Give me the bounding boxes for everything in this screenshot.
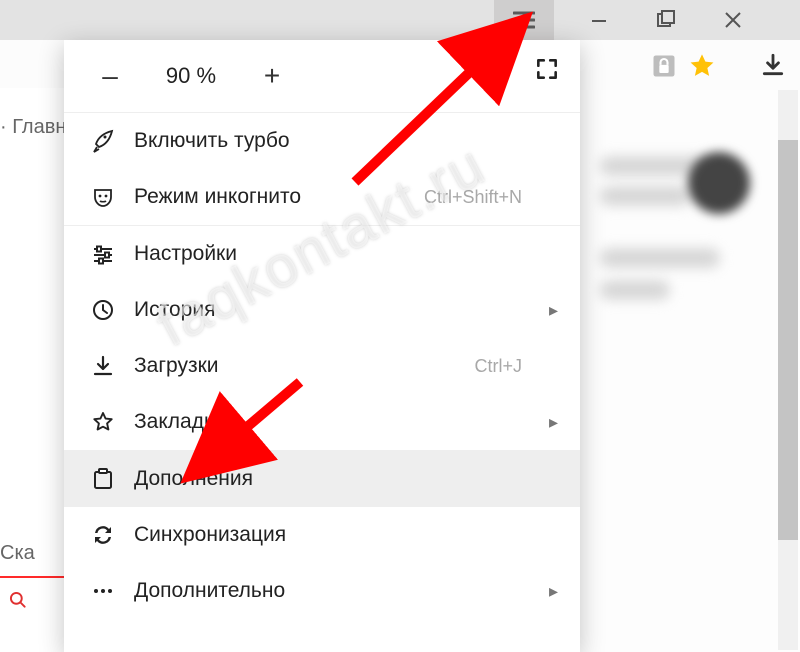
zoom-in-button[interactable]: +: [246, 56, 298, 96]
menu-label: Дополнения: [134, 467, 253, 491]
download-icon: [760, 52, 786, 78]
page-accent-line: [0, 576, 64, 578]
blurred-content: [600, 186, 690, 206]
blurred-avatar: [688, 152, 750, 214]
menu-label: Режим инкогнито: [134, 185, 301, 209]
menu-label: Загрузки: [134, 354, 219, 378]
menu-label: Закладки: [134, 410, 225, 434]
star-icon: [688, 52, 716, 80]
hamburger-icon: [513, 11, 535, 29]
zoom-out-button[interactable]: –: [84, 56, 136, 96]
window-close-button[interactable]: [700, 0, 765, 40]
menu-label: Синхронизация: [134, 523, 286, 547]
menu-label: Включить турбо: [134, 129, 290, 153]
menu-item-more[interactable]: Дополнительно ▸: [64, 563, 580, 619]
menu-item-settings[interactable]: Настройки: [64, 226, 580, 282]
blurred-content: [600, 280, 670, 300]
more-icon: [86, 579, 120, 603]
fullscreen-button[interactable]: [534, 56, 560, 82]
minimize-icon: [589, 10, 609, 30]
vertical-scrollbar-thumb[interactable]: [778, 140, 798, 540]
window-titlebar: [0, 0, 800, 40]
zoom-row: – 90 % +: [64, 40, 580, 113]
menu-item-incognito[interactable]: Режим инкогнито Ctrl+Shift+N: [64, 169, 580, 226]
mask-icon: [86, 185, 120, 209]
page-left-strip: [0, 88, 64, 652]
blurred-content: [600, 248, 720, 268]
page-text-fragment: Ска: [0, 542, 64, 565]
menu-shortcut: Ctrl+Shift+N: [424, 187, 522, 208]
downloads-button[interactable]: [760, 52, 786, 78]
window-minimize-button[interactable]: [566, 0, 631, 40]
lock-icon: [650, 52, 678, 80]
tab-title-fragment: · Главн: [0, 116, 64, 139]
menu-item-bookmarks[interactable]: Закладки ▸: [64, 394, 580, 451]
menu-item-extensions[interactable]: Дополнения: [64, 451, 580, 507]
menu-label: Дополнительно: [134, 579, 285, 603]
history-icon: [86, 298, 120, 322]
sync-icon: [86, 523, 120, 547]
window-maximize-button[interactable]: [632, 0, 697, 40]
rocket-icon: [86, 129, 120, 153]
hamburger-menu-button[interactable]: [494, 0, 554, 40]
close-icon: [723, 10, 743, 30]
menu-item-history[interactable]: История ▸: [64, 282, 580, 338]
fullscreen-icon: [534, 56, 560, 82]
zoom-value: 90 %: [136, 63, 246, 89]
menu-item-downloads[interactable]: Загрузки Ctrl+J: [64, 338, 580, 394]
menu-label: Настройки: [134, 242, 237, 266]
page-search-icon-fragment: [8, 590, 28, 610]
menu-item-turbo[interactable]: Включить турбо: [64, 113, 580, 169]
main-menu-dropdown: – 90 % + Включить турбо Режим инкогнито …: [64, 40, 580, 652]
chevron-right-icon: ▸: [549, 581, 558, 602]
menu-label: История: [134, 298, 215, 322]
star-outline-icon: [86, 410, 120, 434]
download-icon: [86, 354, 120, 378]
site-security-button[interactable]: [650, 52, 678, 80]
app-frame: » · Главн Ска – 90 % + Включить турбо: [0, 0, 800, 652]
menu-shortcut: Ctrl+J: [474, 356, 522, 377]
menu-item-sync[interactable]: Синхронизация: [64, 507, 580, 563]
search-icon: [8, 590, 28, 610]
bookmark-star-button[interactable]: [688, 52, 716, 80]
extensions-icon: [86, 467, 120, 491]
sliders-icon: [86, 242, 120, 266]
maximize-icon: [655, 10, 675, 30]
chevron-right-icon: ▸: [549, 412, 558, 433]
chevron-right-icon: ▸: [549, 300, 558, 321]
